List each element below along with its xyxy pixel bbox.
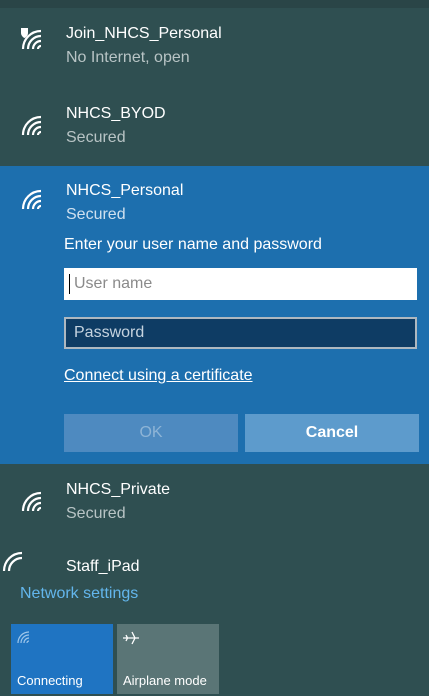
tile-label: Airplane mode	[123, 673, 207, 688]
network-item-nhcs-private[interactable]: NHCS_Private Secured	[0, 468, 429, 536]
network-name: NHCS_Personal	[66, 182, 184, 199]
network-name: NHCS_Private	[66, 481, 171, 498]
network-item-nhcs-byod[interactable]: NHCS_BYOD Secured	[0, 90, 429, 158]
network-status: No Internet, open	[66, 49, 190, 66]
credentials-prompt: Enter your user name and password	[64, 236, 322, 253]
username-input[interactable]	[64, 268, 417, 300]
network-item-join-nhcs-personal[interactable]: Join_NHCS_Personal No Internet, open	[0, 14, 429, 82]
wifi-icon	[19, 488, 47, 512]
tile-label: Connecting	[17, 673, 83, 688]
network-status: Secured	[66, 129, 126, 146]
network-settings-link[interactable]: Network settings	[20, 584, 138, 604]
connect-certificate-link[interactable]: Connect using a certificate	[64, 366, 253, 386]
network-item-nhcs-personal[interactable]: NHCS_Personal Secured	[0, 166, 429, 226]
network-name: NHCS_BYOD	[66, 105, 166, 122]
airplane-icon	[122, 629, 140, 652]
network-item-staff-ipad[interactable]: Staff_iPad	[0, 548, 429, 578]
text-caret	[69, 274, 70, 294]
network-name: Staff_iPad	[66, 558, 140, 575]
network-status: Secured	[66, 206, 126, 223]
network-flyout: Join_NHCS_Personal No Internet, open NHC…	[0, 0, 429, 696]
password-input[interactable]	[64, 317, 417, 349]
cancel-button[interactable]: Cancel	[245, 414, 419, 452]
network-name: Join_NHCS_Personal	[66, 25, 222, 42]
top-edge	[0, 0, 429, 8]
ok-button[interactable]: OK	[64, 414, 238, 452]
wifi-icon	[19, 112, 47, 136]
airplane-mode-tile[interactable]: Airplane mode	[117, 624, 219, 694]
wifi-icon	[19, 186, 47, 210]
wifi-shield-icon	[19, 28, 47, 52]
wifi-tile[interactable]: Connecting	[11, 624, 113, 694]
network-status: Secured	[66, 505, 126, 522]
wifi-icon	[16, 629, 32, 650]
wifi-icon	[0, 551, 28, 578]
